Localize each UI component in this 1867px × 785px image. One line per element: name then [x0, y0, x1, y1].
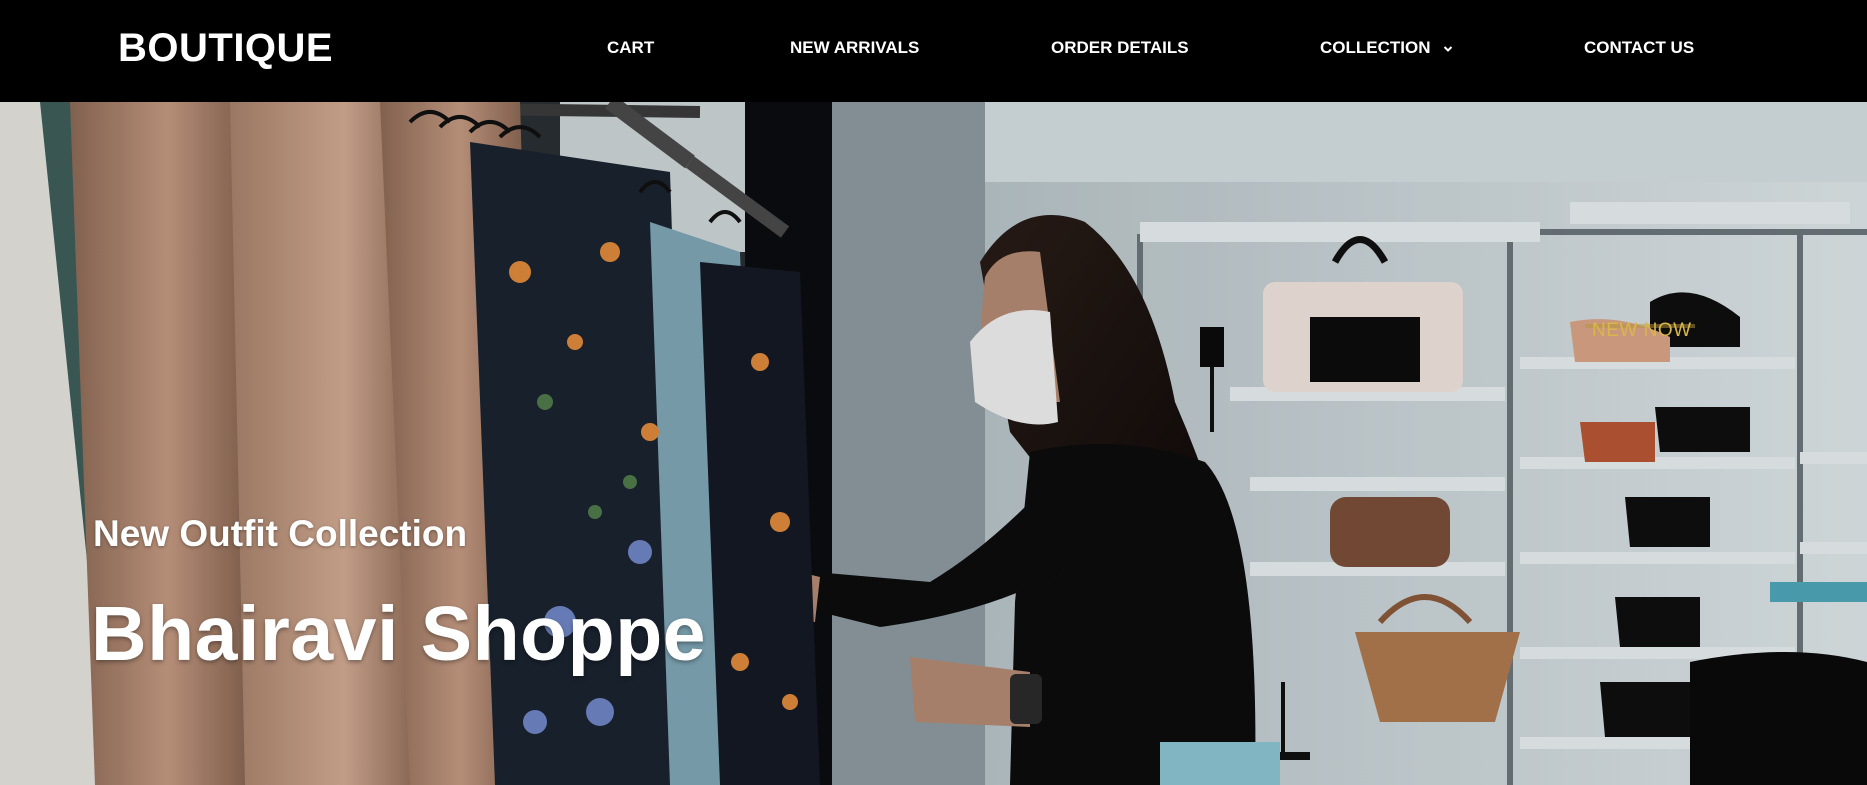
hero-background-image [0, 102, 1867, 785]
hero-title: Bhairavi Shoppe [91, 591, 707, 677]
nav-dropdown-collection[interactable]: COLLECTION [1320, 38, 1453, 58]
nav-link-collection-label: COLLECTION [1320, 38, 1431, 57]
brand-logo[interactable]: BOUTIQUE [118, 24, 333, 72]
store-sign-text: NEW NOW [1592, 320, 1692, 341]
nav-link-cart[interactable]: CART [607, 38, 654, 58]
hero-banner: NEW NOW New Outfit Collection Bhairavi S… [0, 102, 1867, 785]
nav-link-contact-us[interactable]: CONTACT US [1584, 38, 1694, 58]
nav-link-order-details[interactable]: ORDER DETAILS [1051, 38, 1189, 58]
hero-subtitle: New Outfit Collection [93, 513, 468, 554]
top-navbar: BOUTIQUE CART NEW ARRIVALS ORDER DETAILS… [0, 0, 1867, 102]
chevron-down-icon [1443, 45, 1453, 53]
nav-link-new-arrivals[interactable]: NEW ARRIVALS [790, 38, 919, 58]
